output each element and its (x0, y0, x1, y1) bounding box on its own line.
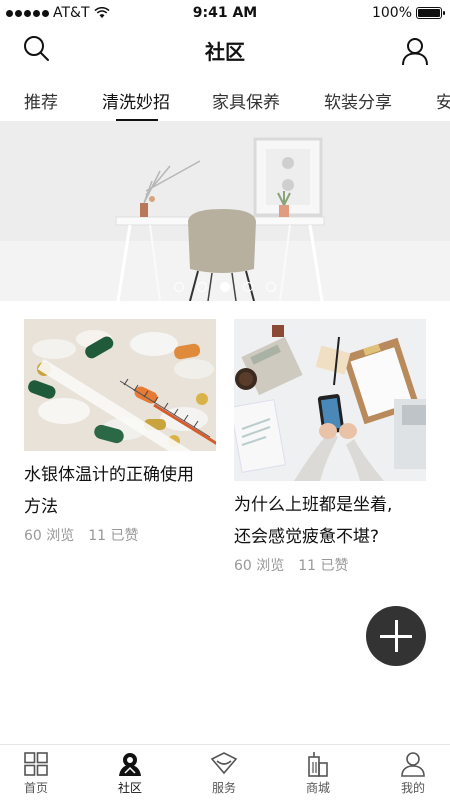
carousel-dot-active[interactable] (220, 282, 230, 292)
nav-label: 社区 (117, 781, 142, 795)
nav-service[interactable]: 服务 (194, 751, 254, 796)
article-title-line: 还会感觉疲惫不堪? (234, 527, 380, 547)
tab-furniture-care[interactable]: 家具保养 (212, 88, 280, 113)
nav-profile[interactable]: 我的 (383, 751, 443, 796)
battery-icon (416, 7, 445, 19)
page-title: 社区 (205, 40, 245, 64)
article-title-line: 为什么上班都是坐着, (234, 495, 393, 515)
nav-label: 我的 (400, 781, 425, 795)
banner-image (0, 121, 450, 301)
carousel-dot[interactable] (197, 282, 207, 292)
service-icon (210, 752, 238, 775)
user-icon[interactable] (400, 36, 430, 66)
nav-label: 商城 (305, 781, 330, 795)
article-thumbnail (24, 319, 216, 451)
article-card[interactable]: 水银体温计的正确使用 方法 60 浏览 11 已赞 (24, 319, 216, 545)
article-meta: 60 浏览 11 已赞 (234, 555, 426, 575)
tab-recommend[interactable]: 推荐 (24, 88, 58, 113)
add-post-button[interactable] (366, 606, 426, 666)
article-title: 为什么上班都是坐着, 还会感觉疲惫不堪? (234, 489, 426, 553)
banner-carousel[interactable] (0, 121, 450, 301)
carousel-dot[interactable] (243, 282, 253, 292)
article-title: 水银体温计的正确使用 方法 (24, 459, 216, 523)
view-count: 60 浏览 (24, 528, 75, 544)
article-thumbnail (234, 319, 426, 481)
nav-label: 服务 (211, 781, 236, 795)
article-title-line: 方法 (24, 497, 58, 517)
nav-mall[interactable]: 商城 (288, 751, 348, 796)
status-bar: AT&T 9:41 AM 100% (0, 0, 450, 26)
grid-icon (24, 752, 48, 776)
profile-icon (401, 752, 425, 777)
tab-cleaning-tips[interactable]: 清洗妙招 (102, 88, 170, 113)
nav-community[interactable]: 社区 (100, 751, 160, 796)
like-count: 11 已赞 (298, 558, 349, 574)
category-tabs: 推荐 清洗妙招 家具保养 软装分享 安 (0, 80, 450, 122)
like-count: 11 已赞 (88, 528, 139, 544)
community-icon (119, 753, 141, 776)
nav-label: 首页 (23, 781, 48, 795)
top-header: 社区 (0, 26, 450, 74)
battery-status: 100% (371, 5, 445, 21)
article-title-line: 水银体温计的正确使用 (24, 465, 194, 485)
battery-label: 100% (371, 5, 412, 21)
article-meta: 60 浏览 11 已赞 (24, 525, 216, 545)
mall-icon (308, 752, 328, 777)
tab-soft-decor[interactable]: 软装分享 (324, 88, 392, 113)
bottom-nav: 首页 社区 服务 商城 我的 (0, 744, 450, 800)
carousel-dot[interactable] (266, 282, 276, 292)
carousel-dot[interactable] (174, 282, 184, 292)
article-card[interactable]: 为什么上班都是坐着, 还会感觉疲惫不堪? 60 浏览 11 已赞 (234, 319, 426, 575)
tab-more[interactable]: 安 (436, 88, 450, 113)
view-count: 60 浏览 (234, 558, 285, 574)
nav-home[interactable]: 首页 (6, 751, 66, 796)
carousel-indicators (0, 282, 450, 292)
